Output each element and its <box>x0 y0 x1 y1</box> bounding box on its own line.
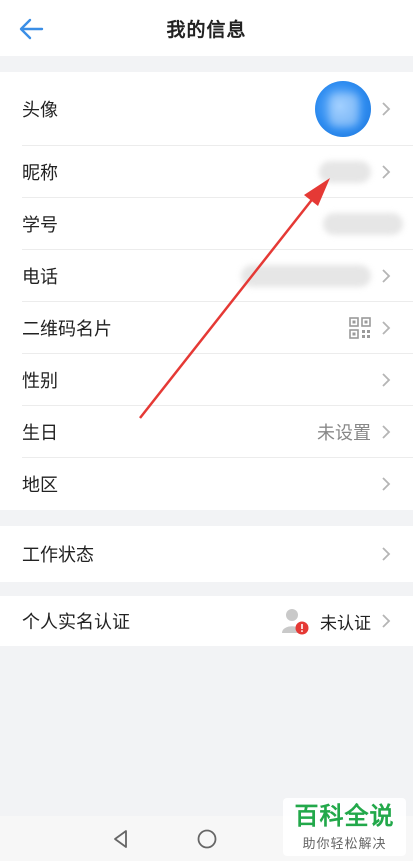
row-realname-verification[interactable]: 个人实名认证 未认证 <box>0 596 413 646</box>
row-label-region: 地区 <box>22 475 58 495</box>
row-label-nickname: 昵称 <box>22 163 58 183</box>
realname-status: 未认证 <box>320 613 371 633</box>
triangle-back-icon[interactable] <box>109 827 133 851</box>
avatar[interactable] <box>315 81 371 137</box>
chevron-right-icon <box>382 547 391 561</box>
chevron-right-icon <box>382 425 391 439</box>
phone-value-blurred <box>241 265 371 287</box>
chevron-right-icon <box>382 165 391 179</box>
row-phone[interactable]: 电话 <box>0 250 413 302</box>
qr-code-icon <box>349 317 371 339</box>
row-avatar[interactable]: 头像 <box>0 72 413 146</box>
chevron-right-icon <box>382 477 391 491</box>
row-region[interactable]: 地区 <box>0 458 413 510</box>
row-label-gender: 性别 <box>22 371 58 391</box>
back-arrow-icon <box>19 18 44 40</box>
row-label-work-status: 工作状态 <box>22 545 94 565</box>
chevron-right-icon <box>382 373 391 387</box>
student-id-value-blurred <box>323 213 403 235</box>
back-button[interactable] <box>14 12 48 46</box>
watermark-title: 百科全说 <box>294 802 395 830</box>
watermark-subtitle: 助你轻松解决 <box>302 835 387 851</box>
row-label-student-id: 学号 <box>22 215 58 235</box>
chevron-right-icon <box>382 614 391 628</box>
header-bar: 我的信息 <box>0 0 413 56</box>
row-qr-card[interactable]: 二维码名片 <box>0 302 413 354</box>
page: 我的信息 头像 昵称 学号 电话 二维码名片 性别 生日 未设置 地区 工作状态… <box>0 0 413 861</box>
user-warning-icon <box>282 609 309 635</box>
row-birthday[interactable]: 生日 未设置 <box>0 406 413 458</box>
row-label-phone: 电话 <box>22 267 58 287</box>
birthday-value: 未设置 <box>317 423 371 443</box>
row-label-avatar: 头像 <box>22 100 58 120</box>
row-gender[interactable]: 性别 <box>0 354 413 406</box>
row-label-birthday: 生日 <box>22 423 58 443</box>
watermark: 百科全说 助你轻松解决 <box>283 798 406 856</box>
row-label-qr-card: 二维码名片 <box>22 319 112 339</box>
circle-home-icon[interactable] <box>195 827 219 851</box>
row-student-id[interactable]: 学号 <box>0 198 413 250</box>
row-work-status[interactable]: 工作状态 <box>0 526 413 582</box>
page-title: 我的信息 <box>166 19 247 41</box>
row-nickname[interactable]: 昵称 <box>0 146 413 198</box>
work-card: 工作状态 <box>0 526 413 582</box>
nickname-value-blurred <box>319 161 371 183</box>
chevron-right-icon <box>382 269 391 283</box>
chevron-right-icon <box>382 102 391 116</box>
chevron-right-icon <box>382 321 391 335</box>
realname-card: 个人实名认证 未认证 <box>0 596 413 646</box>
row-label-realname: 个人实名认证 <box>22 612 130 632</box>
profile-card: 头像 昵称 学号 电话 二维码名片 性别 生日 未设置 地区 <box>0 72 413 510</box>
